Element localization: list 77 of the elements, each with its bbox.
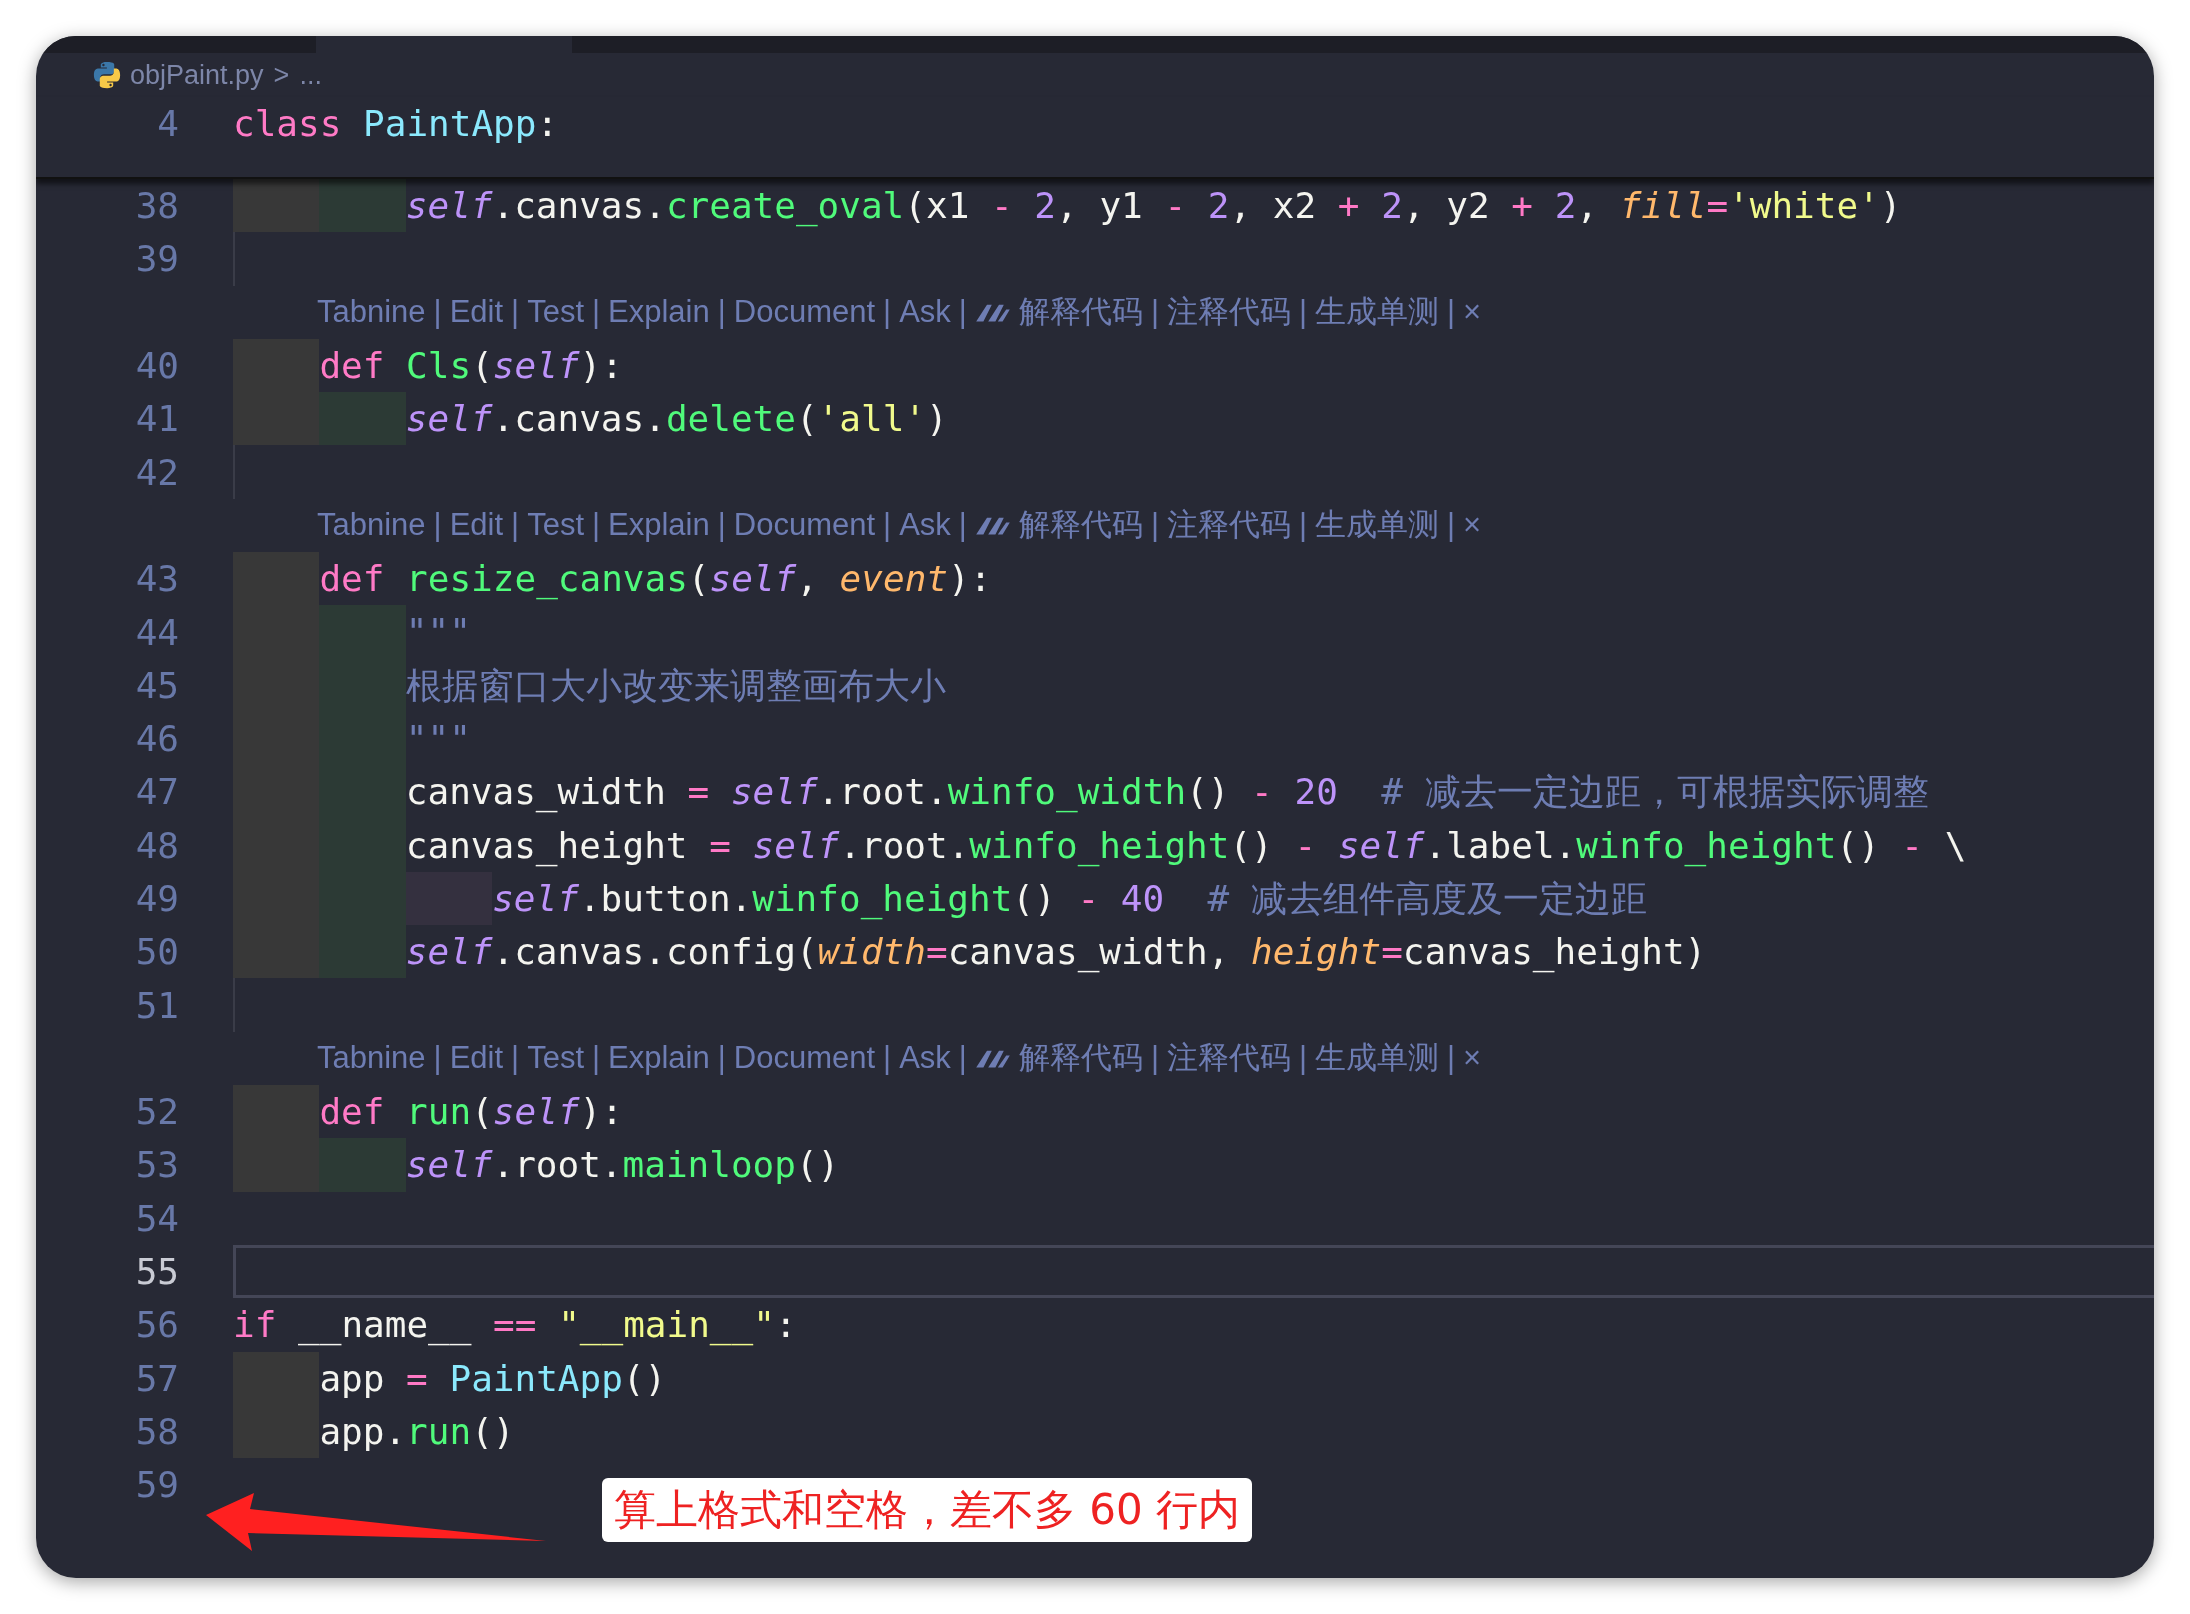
line-number: 53 <box>134 1144 180 1186</box>
codelens-link[interactable]: Explain <box>608 294 710 331</box>
line-number: 57 <box>134 1357 180 1399</box>
breadcrumb-symbols[interactable]: ... <box>299 59 322 91</box>
codelens-link[interactable]: Test <box>527 507 584 544</box>
line-number: 58 <box>134 1410 180 1452</box>
line-number: 45 <box>134 664 180 706</box>
line-number: 47 <box>134 771 180 813</box>
codelens-link[interactable]: Ask <box>899 1040 951 1077</box>
code-line: canvas_height = self.root.winfo_height() - self.label.winfo_height() - \ <box>233 818 1967 872</box>
codelens-link[interactable]: Tabnine <box>317 507 426 544</box>
codelens-link[interactable]: 生成单测 <box>1315 504 1440 547</box>
line-number: 38 <box>134 185 180 227</box>
code-line: """ <box>233 605 471 659</box>
codelens-link[interactable]: 解释代码 <box>1018 504 1143 547</box>
line-number: 51 <box>134 984 180 1026</box>
codelens-link[interactable]: Ask <box>899 507 951 544</box>
codelens-link[interactable]: 解释代码 <box>1018 1037 1143 1080</box>
code-line: self.canvas.config(width=canvas_width, height=canvas_height) <box>233 925 1707 979</box>
line-number: 39 <box>134 238 180 280</box>
code-line: def Cls(self): <box>233 338 623 393</box>
codelens-link[interactable]: Document <box>733 1040 876 1077</box>
code-line: app.run() <box>233 1404 515 1459</box>
close-button[interactable]: × <box>1463 1040 1482 1077</box>
line-number: 55 <box>134 1251 180 1293</box>
line-number: 49 <box>134 878 180 919</box>
code-line: 根据窗口大小改变来调整画布大小 <box>233 658 946 712</box>
close-button[interactable]: × <box>1463 294 1482 331</box>
codelens-link[interactable]: Edit <box>449 507 504 544</box>
line-number: 41 <box>134 398 180 440</box>
code-line: class PaintApp: <box>233 102 559 146</box>
python-file-icon <box>92 60 122 90</box>
codelens-link[interactable]: Document <box>733 507 876 544</box>
codelens-link[interactable]: Tabnine <box>317 294 426 331</box>
codelens-link[interactable]: 生成单测 <box>1315 291 1440 334</box>
code-line: self.canvas.create_oval(x1 - 2, y1 - 2, x2 + 2, y2 + 2, fill='white') <box>233 179 1902 233</box>
code-line: self.root.mainloop() <box>233 1138 840 1192</box>
code-line: app = PaintApp() <box>233 1351 667 1405</box>
breadcrumb-file[interactable]: objPaint.py <box>130 59 264 91</box>
codelens-link[interactable]: 注释代码 <box>1167 1037 1291 1080</box>
codelens-link[interactable]: Edit <box>449 1040 504 1077</box>
codelens-link[interactable]: Edit <box>449 294 504 331</box>
chevron-icon: > <box>271 59 292 91</box>
line-number: 56 <box>134 1304 180 1346</box>
close-button[interactable]: × <box>1463 507 1482 544</box>
code-line: def resize_canvas(self, event): <box>233 552 992 606</box>
codelens-link[interactable]: Explain <box>608 507 710 544</box>
code-line: def run(self): <box>233 1085 623 1139</box>
codelens-link[interactable]: 注释代码 <box>1167 291 1291 334</box>
codelens-link[interactable]: 注释代码 <box>1167 504 1291 547</box>
line-number: 54 <box>134 1197 180 1239</box>
line-number: 4 <box>156 103 180 145</box>
codelens-link[interactable]: Explain <box>608 1040 710 1077</box>
line-number: 42 <box>134 451 180 493</box>
editor-window: objPaint.py > ... 4 class PaintApp: 38 self.canvas.create_oval(x1 - 2, y1 - 2, x2 + 2, y2 + 2, fill='white') 39 Tabnine | Edit | Test | Explain | Document | Ask | 解释代码 | 注释代码 | 生成单测 | × 40 def Cls(self): 41 self.canvas.delete('all') 42 Tabnine | Edit | Test | Explain | Document | Ask | 解释代码 | 注释代码 | 生成单测 | × 43 def resize_canvas(self, event): 44 """ 45 根据窗口大小改变来调整画布大小 46 """ 47 canvas_width = self.root.winfo_width() - 20 # 减去一定边距，可根据实际调整 48 canvas_height = self.root.winfo_height() - self.label.winfo_height() - \ 49 self.button.winfo_height() - 40 # 减去组件高度及一定边距 50 self.canvas.config(width=canvas_width, height=canvas_height) 51 Tabnine | Edit | Test | Explain | Document | Ask | 解释代码 | 注释代码 | 生成单测 | × 52 def run(self): 53 self.root.mainloop() 54 55 56 if __name__ == "__main__": 57 app = PaintApp() 58 app.run() 59 算上格式和空格，差不多 60 行内 <box>36 36 2154 1578</box>
codelens-link[interactable]: Document <box>733 294 876 331</box>
line-number: 43 <box>134 558 180 600</box>
codelens-link[interactable]: Ask <box>899 294 951 331</box>
codelens-link[interactable]: Test <box>527 294 584 331</box>
line-number: 50 <box>134 931 180 973</box>
line-number: 59 <box>134 1464 180 1506</box>
line-number: 52 <box>134 1091 180 1133</box>
line-number: 40 <box>134 345 180 387</box>
code-line: self.button.winfo_height() - 40 # 减去组件高度及一定边距 <box>233 871 1647 926</box>
code-line: """ <box>233 711 471 766</box>
codelens-link[interactable]: 解释代码 <box>1018 291 1143 334</box>
line-number: 44 <box>134 611 180 653</box>
codelens-link[interactable]: Tabnine <box>317 1040 426 1077</box>
code-line: canvas_width = self.root.winfo_width() - 20 # 减去一定边距，可根据实际调整 <box>233 765 1929 819</box>
annotation-label: 算上格式和空格，差不多 60 行内 <box>602 1478 1253 1542</box>
codelens-link[interactable]: Test <box>527 1040 584 1077</box>
line-number: 46 <box>134 718 180 760</box>
code-line: self.canvas.delete('all') <box>233 392 948 446</box>
codelens-link[interactable]: 生成单测 <box>1315 1037 1440 1080</box>
editor-tab[interactable] <box>316 36 572 53</box>
code-line: if __name__ == "__main__": <box>233 1303 797 1348</box>
line-number: 48 <box>134 824 180 866</box>
